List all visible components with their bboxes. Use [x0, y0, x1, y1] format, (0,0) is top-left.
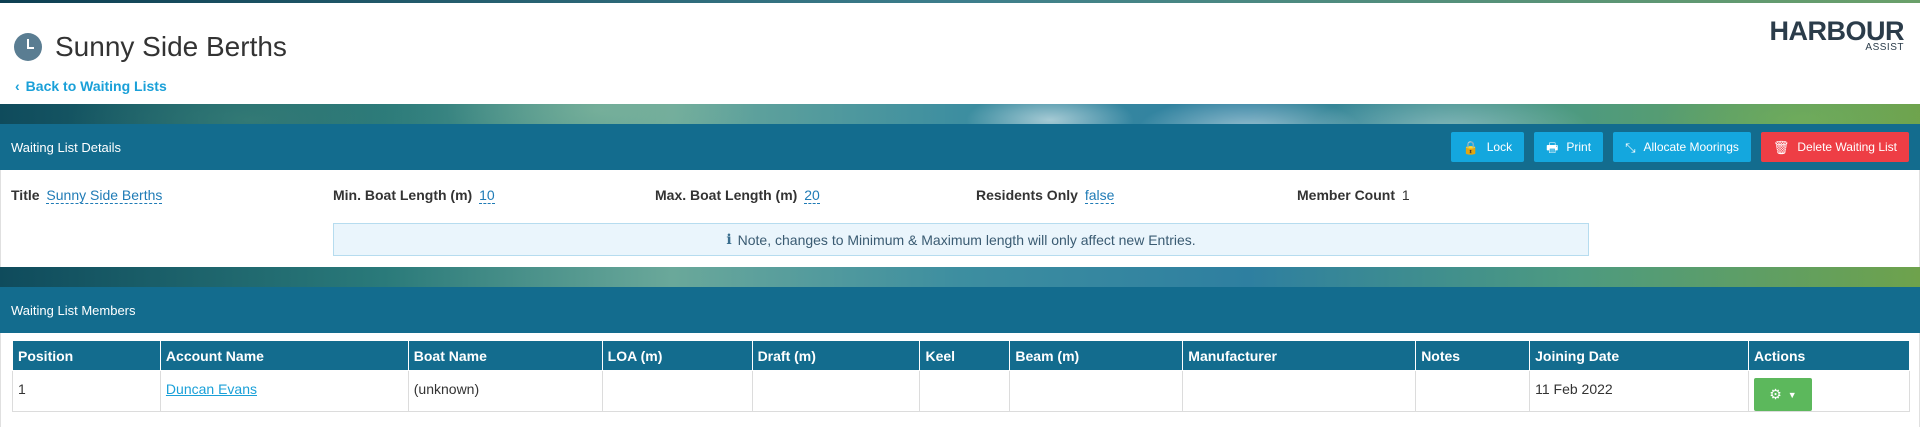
col-header[interactable]: Manufacturer [1182, 340, 1417, 371]
delete-waiting-list-button[interactable]: 🗑 Delete Waiting List [1760, 132, 1909, 162]
info-icon: i [726, 231, 732, 248]
title-value[interactable]: Sunny Side Berths [46, 187, 163, 204]
row-actions-dropdown-button[interactable]: ⚙ ▼ [1753, 378, 1812, 411]
residents-only-value[interactable]: false [1084, 187, 1115, 204]
title-field: Title Sunny Side Berths [11, 187, 163, 204]
col-header: Actions [1747, 340, 1911, 371]
title-label: Title [11, 187, 40, 203]
table-header-row: Position Account Name Boat Name LOA (m) … [12, 340, 1911, 371]
max-length-label: Max. Boat Length (m) [655, 187, 798, 203]
back-to-waiting-lists-link[interactable]: ‹ Back to Waiting Lists [15, 78, 167, 94]
col-header[interactable]: LOA (m) [601, 340, 753, 371]
max-length-value[interactable]: 20 [804, 187, 820, 204]
col-header[interactable]: Position [12, 340, 161, 371]
joining-date-cell: 11 Feb 2022 [1529, 370, 1749, 412]
clock-icon [14, 33, 42, 61]
members-panel-body: Position Account Name Boat Name LOA (m) … [0, 333, 1920, 427]
col-header[interactable]: Beam (m) [1009, 340, 1184, 371]
allocate-moorings-button[interactable]: ⤡ Allocate Moorings [1613, 132, 1751, 162]
note-text: Note, changes to Minimum & Maximum lengt… [737, 231, 1196, 248]
details-panel-heading: Waiting List Details 🔒 Lock 🖶 Print ⤡ Al… [0, 124, 1920, 170]
actions-cell: ⚙ ▼ [1747, 370, 1911, 412]
col-header[interactable]: Joining Date [1529, 340, 1749, 371]
members-panel-title: Waiting List Members [11, 302, 136, 318]
lock-icon: 🔒 [1462, 139, 1479, 155]
print-button[interactable]: 🖶 Print [1534, 132, 1604, 162]
harbour-assist-logo: HARBOUR ASSIST [1754, 16, 1905, 57]
print-button-label: Print [1566, 140, 1592, 154]
back-link-label: Back to Waiting Lists [25, 78, 167, 94]
beam-cell [1009, 370, 1184, 412]
lock-button[interactable]: 🔒 Lock [1450, 132, 1525, 162]
max-length-field: Max. Boat Length (m) 20 [655, 187, 820, 204]
col-header[interactable]: Draft (m) [751, 340, 921, 371]
notes-cell [1415, 370, 1531, 412]
member-count-value: 1 [1401, 187, 1410, 203]
page-header: Sunny Side Berths ‹ Back to Waiting List… [0, 3, 1920, 104]
col-header[interactable]: Account Name [159, 340, 409, 371]
min-length-value[interactable]: 10 [479, 187, 495, 204]
boat-name-cell: (unknown) [407, 370, 603, 412]
print-icon: 🖶 [1546, 139, 1559, 155]
loa-cell [601, 370, 753, 412]
table-row: 1 Duncan Evans (unknown) 11 Feb 2022 ⚙ ▼ [12, 370, 1911, 412]
residents-only-field: Residents Only false [976, 187, 1115, 204]
chevron-left-icon: ‹ [15, 78, 20, 94]
min-length-label: Min. Boat Length (m) [333, 187, 473, 203]
col-header[interactable]: Notes [1415, 340, 1531, 371]
account-name-cell: Duncan Evans [159, 370, 409, 412]
length-change-note: i Note, changes to Minimum & Maximum len… [333, 223, 1589, 256]
trash-icon: 🗑 [1772, 139, 1790, 155]
allocate-icon: ⤡ [1625, 139, 1636, 155]
account-name-link[interactable]: Duncan Evans [166, 381, 257, 397]
allocate-button-label: Allocate Moorings [1643, 140, 1739, 154]
manufacturer-cell [1182, 370, 1417, 412]
lock-button-label: Lock [1486, 140, 1513, 154]
details-panel-body: Title Sunny Side Berths Min. Boat Length… [0, 170, 1920, 267]
col-header[interactable]: Boat Name [407, 340, 603, 371]
residents-only-label: Residents Only [976, 187, 1078, 203]
members-panel-heading: Waiting List Members [0, 287, 1920, 333]
page-title: Sunny Side Berths [55, 31, 287, 62]
caret-down-icon: ▼ [1787, 389, 1797, 400]
details-actions: 🔒 Lock 🖶 Print ⤡ Allocate Moorings 🗑 Del… [1450, 124, 1909, 170]
logo-main-text: HARBOUR [1769, 16, 1905, 46]
member-count-field: Member Count 1 [1297, 187, 1410, 203]
member-count-label: Member Count [1297, 187, 1395, 203]
position-cell: 1 [12, 370, 161, 412]
draft-cell [751, 370, 921, 412]
keel-cell [919, 370, 1011, 412]
details-panel-title: Waiting List Details [11, 139, 122, 155]
members-table: Position Account Name Boat Name LOA (m) … [12, 340, 1911, 412]
gear-icon: ⚙ [1769, 386, 1782, 402]
delete-button-label: Delete Waiting List [1797, 140, 1897, 154]
col-header[interactable]: Keel [919, 340, 1011, 371]
min-length-field: Min. Boat Length (m) 10 [333, 187, 495, 204]
